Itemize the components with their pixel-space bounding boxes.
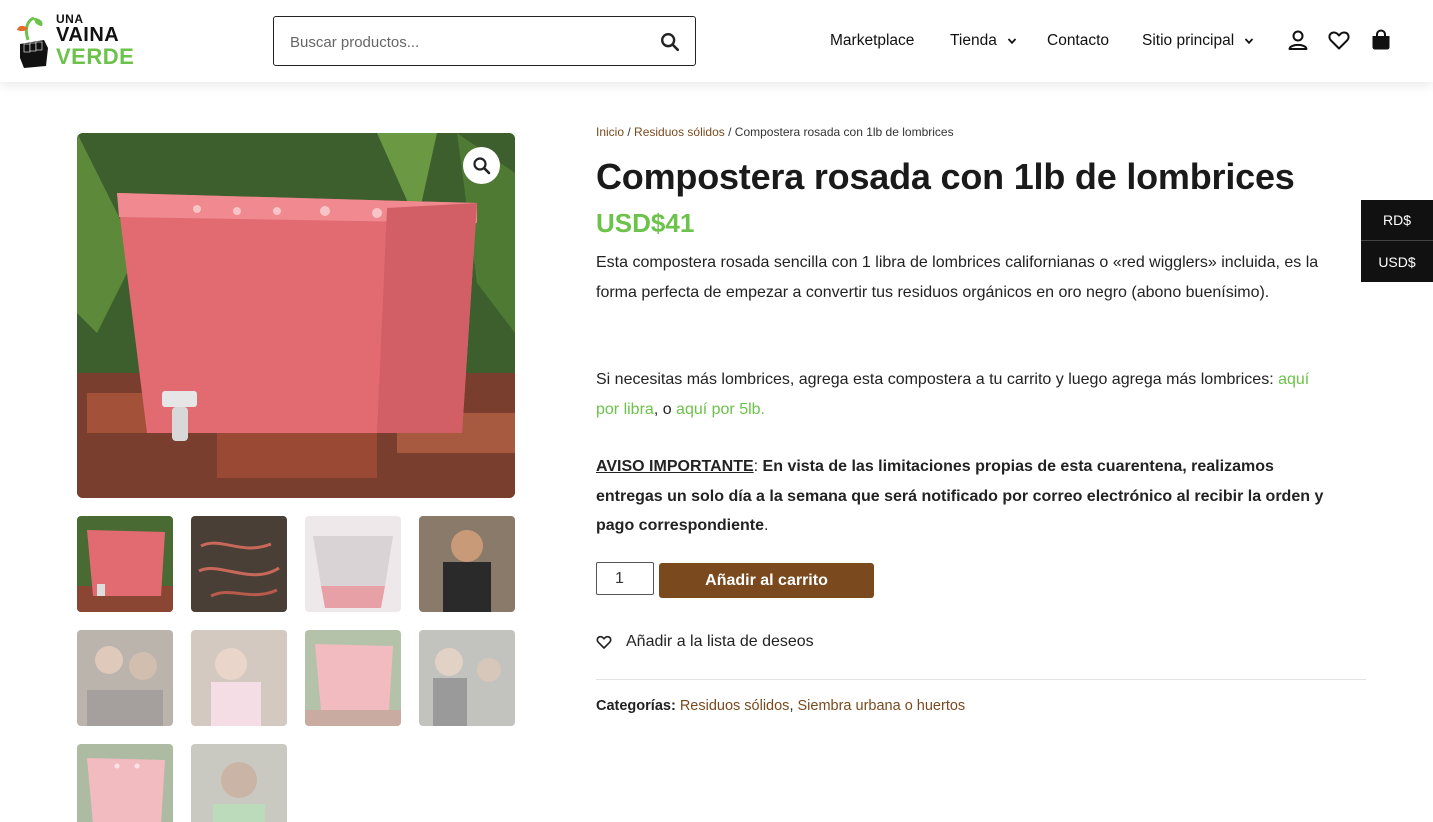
category-link-residuos[interactable]: Residuos sólidos	[680, 698, 790, 714]
gallery-thumbnail[interactable]	[191, 516, 287, 612]
breadcrumb: Inicio / Residuos sólidos / Compostera r…	[596, 125, 954, 139]
product-price: USD$41	[596, 208, 695, 238]
thumbnail-girl-photo	[419, 516, 515, 612]
thumbnail-kids-photo	[77, 630, 173, 726]
nav-sitio-principal[interactable]: Sitio principal	[1142, 30, 1254, 52]
thumbnail-child-photo	[191, 630, 287, 726]
product-more-worms-text: Si necesitas más lombrices, agrega esta …	[596, 365, 1326, 424]
zoom-button[interactable]	[463, 147, 500, 184]
thumbnail-worms-photo	[191, 516, 287, 612]
logo-text-verde: VERDE	[56, 44, 135, 69]
thumbnail-boy-photo	[191, 744, 287, 822]
thumbnail-bin-photo	[77, 516, 173, 612]
important-notice: AVISO IMPORTANTE: En vista de las limita…	[596, 452, 1326, 541]
categories-label: Categorías:	[596, 698, 676, 714]
add-to-wishlist-button[interactable]: Añadir a la lista de deseos	[596, 633, 814, 651]
nav-tienda[interactable]: Tienda	[950, 30, 1017, 52]
breadcrumb-separator: /	[627, 125, 631, 139]
search-box	[273, 16, 696, 66]
nav-tienda-label: Tienda	[950, 32, 997, 49]
site-header: UNA VAINA VERDE Marketplace Tienda Conta…	[0, 0, 1433, 82]
add-to-cart-button[interactable]: Añadir al carrito	[659, 563, 874, 598]
buy-5lb-link[interactable]: aquí por 5lb.	[676, 401, 765, 418]
nav-contacto-label: Contacto	[1047, 32, 1110, 49]
thumbnail-group-photo	[419, 630, 515, 726]
compost-bin-photo	[77, 133, 515, 498]
gallery-thumbnail[interactable]	[305, 516, 401, 612]
fist-plant-icon	[17, 16, 48, 68]
gallery-thumbnail[interactable]	[419, 630, 515, 726]
thumbnail-bin-photo-2	[305, 630, 401, 726]
shopping-bag-icon[interactable]	[1369, 28, 1393, 52]
quantity-input[interactable]	[596, 562, 654, 595]
category-link-siembra[interactable]: Siembra urbana o huertos	[798, 698, 966, 714]
notice-colon: :	[753, 458, 759, 475]
category-separator: ,	[789, 698, 798, 714]
gallery-thumbnail[interactable]	[77, 630, 173, 726]
product-categories: Categorías: Residuos sólidos, Siembra ur…	[596, 698, 965, 714]
product-title: Compostera rosada con 1lb de lombrices	[596, 156, 1295, 197]
nav-marketplace-label: Marketplace	[830, 32, 915, 49]
chevron-down-icon	[1245, 38, 1254, 45]
chevron-down-icon	[1007, 38, 1016, 45]
search-icon[interactable]	[659, 31, 681, 53]
gallery-thumbnail[interactable]	[191, 744, 287, 822]
currency-rd-button[interactable]: RD$	[1361, 200, 1433, 241]
divider	[596, 679, 1366, 680]
heart-icon	[596, 635, 612, 649]
breadcrumb-current: Compostera rosada con 1lb de lombrices	[734, 125, 954, 139]
breadcrumb-category-link[interactable]: Residuos sólidos	[634, 125, 725, 139]
product-description: Esta compostera rosada sencilla con 1 li…	[596, 254, 1319, 301]
more-worms-text: Si necesitas más lombrices, agrega esta …	[596, 371, 1279, 388]
heart-icon[interactable]	[1327, 28, 1351, 52]
nav-marketplace[interactable]: Marketplace	[830, 30, 914, 52]
gallery-thumbnail[interactable]	[77, 516, 173, 612]
nav-contacto[interactable]: Contacto	[1047, 30, 1109, 52]
link-separator: , o	[653, 400, 677, 418]
magnifier-icon	[472, 156, 490, 174]
user-icon[interactable]	[1286, 28, 1310, 52]
gallery-thumbnail[interactable]	[305, 630, 401, 726]
wishlist-label: Añadir a la lista de deseos	[626, 633, 814, 650]
thumbnail-bin-photo-3	[77, 744, 173, 822]
breadcrumb-home-link[interactable]: Inicio	[596, 125, 624, 139]
notice-end: .	[764, 517, 769, 534]
search-input[interactable]	[290, 29, 650, 55]
product-main-image[interactable]	[77, 133, 515, 498]
gallery-thumbnail[interactable]	[191, 630, 287, 726]
gallery-thumbnail[interactable]	[77, 744, 173, 822]
currency-usd-button[interactable]: USD$	[1361, 241, 1433, 282]
site-logo[interactable]: UNA VAINA VERDE	[12, 10, 135, 72]
nav-sitio-principal-label: Sitio principal	[1142, 32, 1235, 49]
notice-label: AVISO IMPORTANTE	[596, 458, 754, 475]
gallery-thumbnail[interactable]	[419, 516, 515, 612]
breadcrumb-separator: /	[728, 125, 732, 139]
thumbnail-bin-top-photo	[305, 516, 401, 612]
